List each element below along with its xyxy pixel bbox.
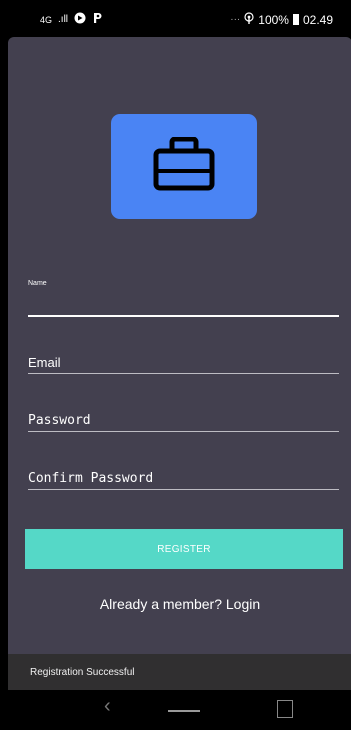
name-underline <box>28 315 339 317</box>
network-type: 4G <box>40 14 53 25</box>
snackbar: Registration Successful <box>8 654 351 690</box>
password-underline <box>28 431 339 432</box>
home-icon[interactable] <box>168 710 200 712</box>
name-field[interactable]: Name <box>28 278 339 317</box>
snackbar-text: Registration Successful <box>30 667 135 678</box>
more-dots-icon: ··· <box>230 14 241 25</box>
email-underline <box>28 373 339 374</box>
p-app-icon <box>92 12 103 27</box>
email-placeholder: Email <box>28 355 61 370</box>
status-bar: 4G .ıll ··· 100% 02.49 <box>0 0 351 37</box>
register-button-label: REGISTER <box>157 543 211 555</box>
logo <box>111 114 257 219</box>
recent-apps-icon[interactable] <box>277 700 293 718</box>
email-field[interactable]: Email <box>28 352 339 374</box>
confirm-password-field[interactable]: Confirm Password <box>28 468 339 490</box>
confirm-password-placeholder: Confirm Password <box>28 471 154 486</box>
confirm-password-underline <box>28 489 339 490</box>
back-icon[interactable]: ‹ <box>104 696 111 716</box>
battery-percent: 100% <box>258 12 289 27</box>
signal-indicator: .ıll <box>58 14 69 25</box>
hotspot-icon <box>244 12 254 27</box>
login-link[interactable]: Already a member? Login <box>8 596 351 612</box>
password-field[interactable]: Password <box>28 410 339 432</box>
status-right: ··· 100% 02.49 <box>230 12 333 27</box>
status-left: 4G .ıll <box>40 12 103 27</box>
circle-arrow-icon <box>74 12 86 27</box>
name-label: Name <box>28 280 47 287</box>
clock: 02.49 <box>302 12 333 27</box>
navigation-bar: ‹ <box>0 690 351 730</box>
briefcase-icon <box>153 136 215 196</box>
battery-icon <box>292 14 299 25</box>
register-button[interactable]: REGISTER <box>25 529 343 569</box>
password-placeholder: Password <box>28 413 91 428</box>
register-screen: Name Email Password Confirm Password REG… <box>8 37 351 654</box>
